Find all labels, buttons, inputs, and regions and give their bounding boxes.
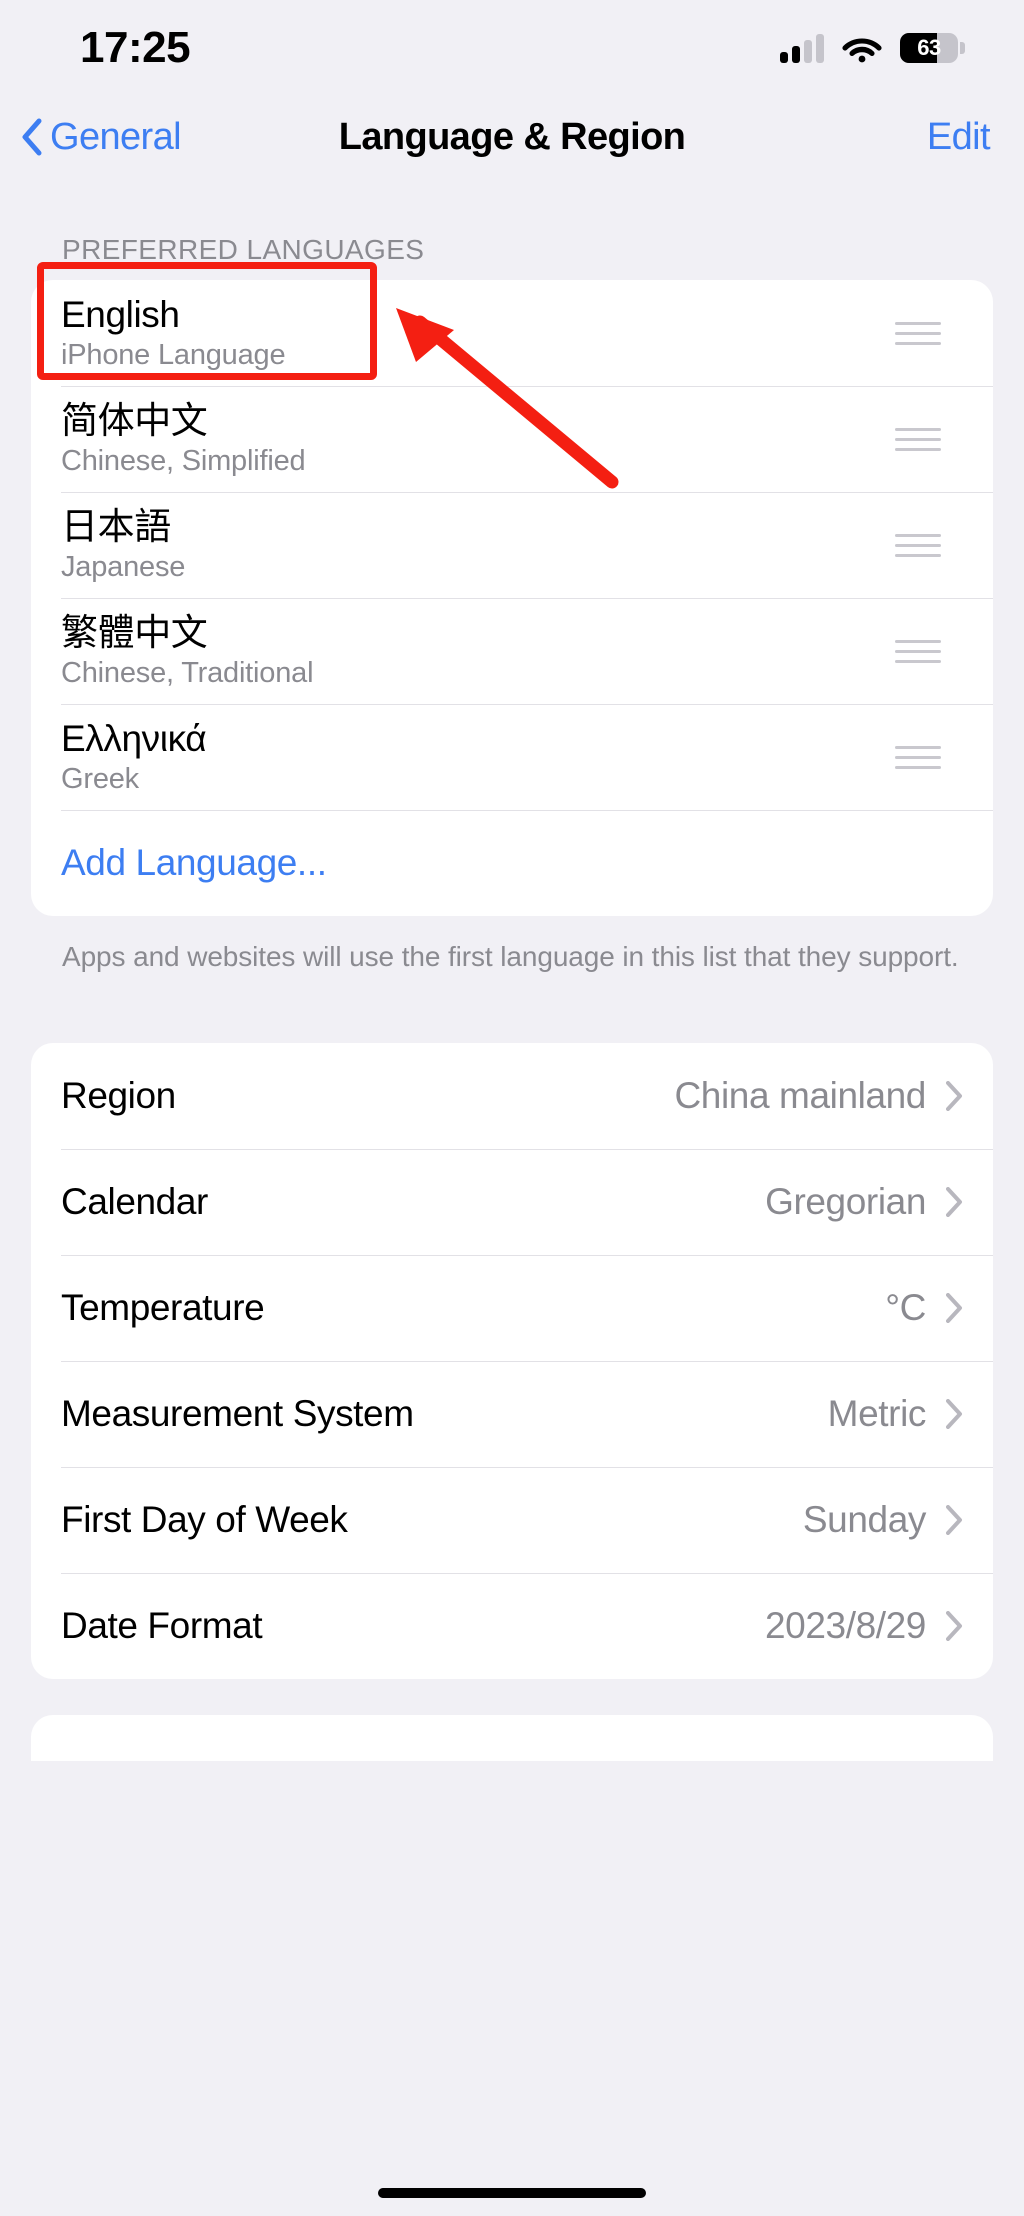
settings-content: PREFERRED LANGUAGES English iPhone Langu… <box>0 178 1024 1761</box>
language-row-texts: 繁體中文 Chinese, Traditional <box>61 612 895 690</box>
setting-value: China mainland <box>674 1074 926 1116</box>
setting-row-temperature[interactable]: Temperature °C <box>31 1254 993 1361</box>
chevron-right-icon <box>946 1292 962 1323</box>
status-bar: 17:25 63 <box>0 0 1024 96</box>
language-row-greek[interactable]: Ελληνικά Greek <box>31 704 993 810</box>
language-row-simplified-chinese[interactable]: 简体中文 Chinese, Simplified <box>31 386 993 492</box>
language-subtitle: Chinese, Simplified <box>61 445 306 478</box>
language-name: English <box>61 294 180 336</box>
setting-value: Gregorian <box>765 1180 926 1222</box>
reorder-handle-icon[interactable] <box>895 321 941 345</box>
language-row-texts: 简体中文 Chinese, Simplified <box>61 400 895 478</box>
language-name: Ελληνικά <box>61 718 207 760</box>
edit-button[interactable]: Edit <box>927 116 991 159</box>
reorder-handle-icon[interactable] <box>895 639 941 663</box>
language-name: 繁體中文 <box>61 612 208 654</box>
language-row-texts: 日本語 Japanese <box>61 506 895 584</box>
setting-label: Date Format <box>61 1604 263 1646</box>
reorder-handle-icon[interactable] <box>895 745 941 769</box>
status-bar-indicators: 63 <box>780 33 965 63</box>
setting-row-region[interactable]: Region China mainland <box>31 1043 993 1149</box>
chevron-right-icon <box>946 1610 962 1641</box>
language-name: 日本語 <box>61 506 171 548</box>
reorder-handle-icon[interactable] <box>895 533 941 557</box>
setting-label: Calendar <box>61 1180 208 1222</box>
home-indicator <box>378 2188 646 2198</box>
setting-label: Measurement System <box>61 1392 414 1434</box>
iphone-settings-screen: 17:25 63 General Language & Region Edit … <box>0 0 1024 2216</box>
chevron-right-icon <box>946 1080 962 1111</box>
language-subtitle: iPhone Language <box>61 339 286 372</box>
status-bar-clock: 17:25 <box>80 23 191 72</box>
chevron-right-icon <box>946 1504 962 1535</box>
wifi-icon <box>842 38 882 63</box>
page-title: Language & Region <box>338 115 686 158</box>
navigation-bar: General Language & Region Edit <box>0 96 1024 178</box>
preferred-languages-card: English iPhone Language 简体中文 Chinese, Si… <box>31 280 993 916</box>
language-row-english[interactable]: English iPhone Language <box>31 280 993 386</box>
language-row-texts: Ελληνικά Greek <box>61 718 895 796</box>
language-subtitle: Chinese, Traditional <box>61 657 314 690</box>
cellular-signal-icon <box>780 33 824 63</box>
language-subtitle: Japanese <box>61 551 186 584</box>
language-name: 简体中文 <box>61 400 208 442</box>
setting-label: First Day of Week <box>61 1498 348 1540</box>
battery-percent-label: 63 <box>917 35 941 60</box>
language-row-texts: English iPhone Language <box>61 294 895 372</box>
chevron-right-icon <box>946 1398 962 1429</box>
setting-row-measurement-system[interactable]: Measurement System Metric <box>31 1360 993 1467</box>
setting-value: Sunday <box>802 1498 926 1540</box>
region-settings-card: Region China mainland Calendar Gregorian… <box>31 1042 993 1679</box>
setting-value: °C <box>885 1286 926 1328</box>
preferred-languages-footnote: Apps and websites will use the first lan… <box>62 941 959 972</box>
setting-row-calendar[interactable]: Calendar Gregorian <box>31 1148 993 1255</box>
add-language-label: Add Language... <box>61 842 327 883</box>
language-row-traditional-chinese[interactable]: 繁體中文 Chinese, Traditional <box>31 598 993 704</box>
next-section-card-partial <box>31 1714 993 1761</box>
setting-row-date-format[interactable]: Date Format 2023/8/29 <box>31 1572 993 1679</box>
chevron-right-icon <box>946 1186 962 1217</box>
add-language-row[interactable]: Add Language... <box>31 810 993 916</box>
language-row-japanese[interactable]: 日本語 Japanese <box>31 492 993 598</box>
language-subtitle: Greek <box>61 763 139 796</box>
reorder-handle-icon[interactable] <box>895 427 941 451</box>
battery-icon: 63 <box>900 33 965 63</box>
setting-label: Region <box>61 1074 176 1116</box>
battery-nub <box>960 42 965 54</box>
setting-value: Metric <box>827 1392 927 1434</box>
setting-row-first-day-of-week[interactable]: First Day of Week Sunday <box>31 1466 993 1573</box>
setting-label: Temperature <box>61 1286 265 1328</box>
preferred-languages-header: PREFERRED LANGUAGES <box>62 234 425 265</box>
setting-value: 2023/8/29 <box>764 1604 926 1646</box>
